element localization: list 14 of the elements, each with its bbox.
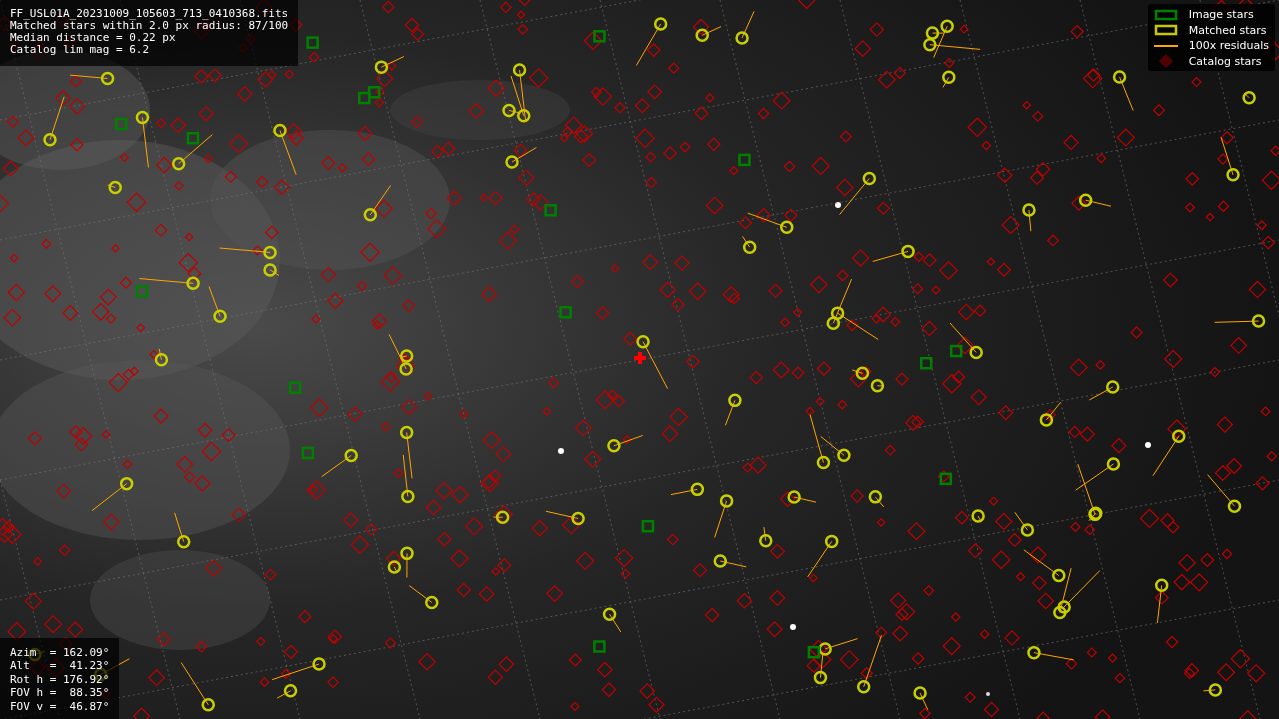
info-text: FF_USL01A_20231009_105603_713_0410368.fits [10,8,289,20]
center-cross-icon [634,352,646,364]
info-text: Catalog lim mag = 6.2 [10,44,151,56]
info-text: Median distance = 0.22 px [10,32,177,44]
legend-label: Image stars [1188,8,1255,22]
legend-label: Matched stars [1188,23,1268,37]
legend-label: 100x residuals [1188,39,1269,53]
pointing-text: FOV h = 88.35° [10,686,110,700]
legend-label: Catalog stars [1188,54,1263,68]
pointing-text: Rot h = 176.92° [10,672,110,686]
pointing-text: Azim = 162.09° [10,645,110,659]
info-text: Matched stars within 2.0 px radius: 87/100 [10,20,289,32]
pointing-text: Alt = 41.23° [10,659,110,673]
pointing-text: FOV v = 46.87° [10,699,110,713]
